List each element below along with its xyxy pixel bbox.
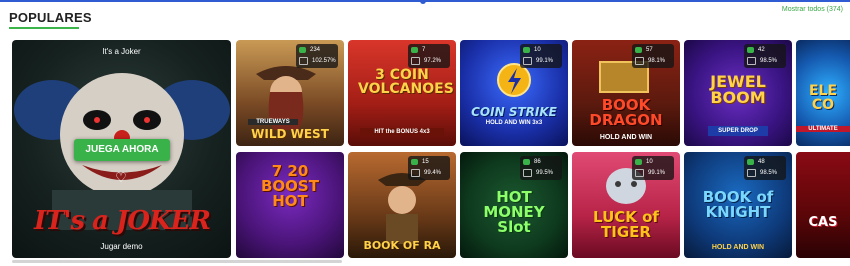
game-tile[interactable]: 15 99.4% BOOK OF RA: [348, 152, 456, 258]
players-icon: [635, 46, 642, 53]
game-title: ELE CO: [808, 83, 838, 113]
game-title: BOOK OF RA: [363, 239, 441, 252]
rtp-icon: [299, 56, 308, 65]
game-title: CAS: [808, 215, 838, 230]
game-title: HOT MONEY Slot: [483, 188, 545, 236]
players-icon: [411, 46, 418, 53]
game-tag: ULTIMATE: [796, 126, 850, 132]
rtp-value: 97.2%: [424, 57, 442, 64]
game-title: 3 COIN VOLCANOES: [358, 67, 454, 97]
rtp-icon: [523, 56, 532, 65]
rtp-icon: [747, 56, 756, 65]
stats-badge: 42 98.5%: [744, 44, 786, 68]
players-count: 234: [310, 46, 321, 53]
rtp-value: 99.1%: [536, 57, 554, 64]
players-icon: [747, 46, 754, 53]
stats-badge: 10 99.1%: [632, 156, 674, 180]
featured-game-name: It's a Joker: [102, 47, 141, 56]
game-title: 7 20 BOOST HOT: [261, 162, 319, 210]
stats-badge: 48 98.5%: [744, 156, 786, 180]
featured-game-logo: IT's a JOKER: [33, 206, 211, 236]
stats-badge: 234 102.57%: [296, 44, 338, 68]
stats-badge: 10 99.1%: [520, 44, 562, 68]
stats-badge: 57 98.1%: [632, 44, 674, 68]
game-tile[interactable]: 7 97.2% 3 COIN VOLCANOES HIT the BONUS 4…: [348, 40, 456, 146]
rtp-icon: [411, 56, 420, 65]
game-tag: TRUEWAYS: [248, 119, 298, 125]
top-accent-marker: [420, 0, 426, 4]
favorite-heart-icon[interactable]: ♡: [114, 171, 128, 185]
game-tag: HIT the BONUS 4x3: [360, 128, 444, 136]
show-all-link[interactable]: Mostrar todos (374): [782, 6, 843, 13]
game-title: WILD WEST: [251, 127, 329, 141]
game-tag: SUPER DROP: [708, 126, 768, 136]
players-icon: [747, 158, 754, 165]
players-count: 15: [422, 158, 429, 165]
rtp-icon: [523, 168, 532, 177]
game-tag: HOLD AND WIN: [599, 134, 653, 141]
rtp-value: 102.57%: [312, 57, 336, 64]
players-count: 7: [422, 46, 426, 53]
players-icon: [411, 158, 418, 165]
rtp-icon: [635, 56, 644, 65]
rtp-value: 98.5%: [760, 57, 778, 64]
stats-badge: 86 99.5%: [520, 156, 562, 180]
game-tile[interactable]: CAS: [796, 152, 850, 258]
players-count: 10: [646, 158, 653, 165]
game-title: JEWEL BOOM: [710, 72, 766, 107]
players-count: 10: [534, 46, 541, 53]
rtp-icon: [635, 168, 644, 177]
section-title-underline: [9, 27, 79, 29]
rtp-value: 99.5%: [536, 169, 554, 176]
game-tile[interactable]: 42 98.5% JEWEL BOOM SUPER DROP: [684, 40, 792, 146]
game-tile[interactable]: 7 20 BOOST HOT: [236, 152, 344, 258]
players-count: 57: [646, 46, 653, 53]
players-count: 42: [758, 46, 765, 53]
players-icon: [523, 46, 530, 53]
game-tag: HOLD AND WIN 3x3: [485, 120, 543, 126]
play-now-button[interactable]: JUEGA AHORA: [74, 139, 170, 161]
featured-game-tile[interactable]: It's a Joker JUEGA AHORA ♡ IT's a JOKER …: [12, 40, 231, 258]
game-tile[interactable]: 10 99.1% COIN STRIKE HOLD AND WIN 3x3: [460, 40, 568, 146]
game-tile[interactable]: ELE CO ULTIMATE: [796, 40, 850, 146]
stats-badge: 15 99.4%: [408, 156, 450, 180]
stats-badge: 7 97.2%: [408, 44, 450, 68]
game-tile[interactable]: 48 98.5% BOOK of KNIGHT HOLD AND WIN: [684, 152, 792, 258]
rtp-value: 98.1%: [648, 57, 666, 64]
players-icon: [523, 158, 530, 165]
rtp-value: 99.1%: [648, 169, 666, 176]
players-count: 86: [534, 158, 541, 165]
section-title: POPULARES: [9, 10, 92, 25]
rtp-icon: [411, 168, 420, 177]
players-icon: [299, 46, 306, 53]
rtp-value: 99.4%: [424, 169, 442, 176]
game-title: LUCK of TIGER: [593, 208, 659, 241]
rtp-value: 98.5%: [760, 169, 778, 176]
game-title: COIN STRIKE: [471, 105, 557, 119]
play-demo-link[interactable]: Jugar demo: [12, 242, 231, 251]
game-title: BOOK DRAGON: [589, 96, 663, 129]
game-tile[interactable]: 10 99.1% LUCK of TIGER: [572, 152, 680, 258]
game-tag: HOLD AND WIN: [711, 244, 765, 251]
horizontal-scrollbar[interactable]: [12, 260, 342, 263]
players-icon: [635, 158, 642, 165]
game-tile[interactable]: 234 102.57% TRUEWAYS WILD WEST: [236, 40, 344, 146]
game-title: BOOK of KNIGHT: [702, 188, 774, 221]
rtp-icon: [747, 168, 756, 177]
game-tile[interactable]: 86 99.5% HOT MONEY Slot: [460, 152, 568, 258]
players-count: 48: [758, 158, 765, 165]
game-tile[interactable]: 57 98.1% BOOK DRAGON HOLD AND WIN: [572, 40, 680, 146]
